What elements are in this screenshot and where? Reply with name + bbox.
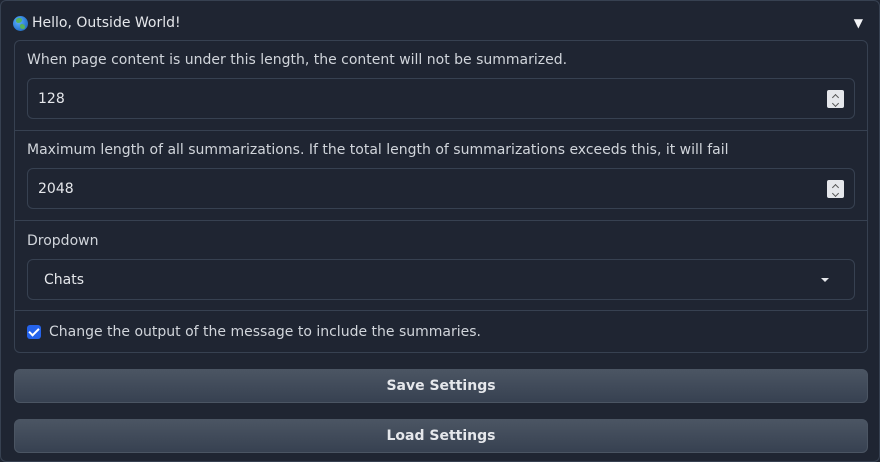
include-summaries-checkbox[interactable] xyxy=(27,325,41,339)
collapse-caret-icon[interactable]: ▼ xyxy=(854,16,863,30)
globe-icon xyxy=(13,15,28,31)
checkbox-section: Change the output of the message to incl… xyxy=(15,311,867,354)
max-length-input[interactable]: 2048 xyxy=(27,168,855,209)
max-length-value[interactable]: 2048 xyxy=(28,181,74,197)
max-length-section: Maximum length of all summarizations. If… xyxy=(15,131,867,221)
min-length-label: When page content is under this length, … xyxy=(27,52,568,68)
max-length-label: Maximum length of all summarizations. If… xyxy=(27,142,729,158)
load-settings-button[interactable]: Load Settings xyxy=(14,419,868,453)
accordion-header[interactable]: Hello, Outside World! ▼ xyxy=(13,12,865,34)
include-summaries-option[interactable]: Change the output of the message to incl… xyxy=(27,324,481,340)
settings-window: Hello, Outside World! ▼ When page conten… xyxy=(0,0,880,462)
max-length-spinner[interactable] xyxy=(827,180,844,198)
dropdown-arrow-icon[interactable] xyxy=(821,278,829,282)
min-length-spinner[interactable] xyxy=(827,90,844,108)
accordion-title: Hello, Outside World! xyxy=(32,15,181,31)
dropdown-select[interactable]: Chats xyxy=(27,259,855,300)
dropdown-selected-value[interactable]: Chats xyxy=(28,272,84,288)
min-length-input[interactable]: 128 xyxy=(27,78,855,119)
min-length-value[interactable]: 128 xyxy=(28,91,65,107)
save-settings-button[interactable]: Save Settings xyxy=(14,369,868,403)
min-length-section: When page content is under this length, … xyxy=(15,41,867,131)
spinner-down-icon[interactable] xyxy=(831,189,840,197)
settings-panel: When page content is under this length, … xyxy=(14,40,868,353)
include-summaries-label[interactable]: Change the output of the message to incl… xyxy=(49,324,481,340)
dropdown-section: Dropdown Chats xyxy=(15,221,867,311)
dropdown-label: Dropdown xyxy=(27,233,99,249)
spinner-down-icon[interactable] xyxy=(831,99,840,107)
